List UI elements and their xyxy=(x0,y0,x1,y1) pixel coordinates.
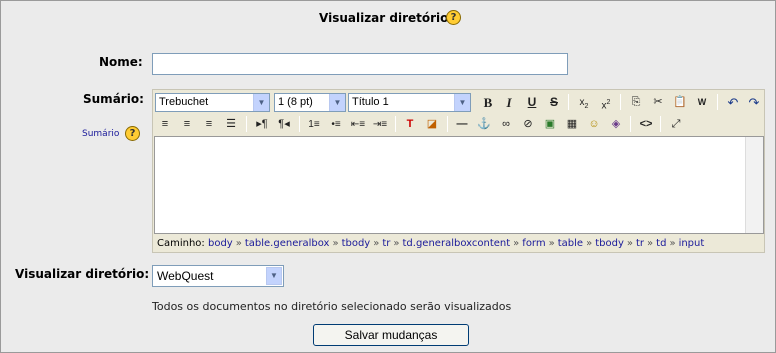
path-crumb[interactable]: table.generalbox xyxy=(245,238,330,249)
align-left-icon[interactable]: ≡ xyxy=(155,115,175,134)
path-separator-icon: » xyxy=(647,238,654,249)
redo-icon[interactable]: ↷ xyxy=(744,93,764,112)
copy-icon[interactable]: ⎘ xyxy=(626,93,646,112)
path-separator-icon: » xyxy=(513,238,520,249)
path-crumb[interactable]: tbody xyxy=(595,238,624,249)
path-crumb[interactable]: body xyxy=(208,238,233,249)
undo-icon[interactable]: ↶ xyxy=(723,93,743,112)
path-separator-icon: » xyxy=(332,238,339,249)
view-directory-select[interactable]: WebQuest ▼ xyxy=(152,265,284,287)
save-button[interactable]: Salvar mudanças xyxy=(313,324,469,346)
text-color-icon[interactable]: T xyxy=(400,115,420,134)
anchor-icon[interactable]: ⚓ xyxy=(474,115,494,134)
path-separator-icon: » xyxy=(586,238,593,249)
editor-content-area[interactable] xyxy=(154,136,764,234)
rich-text-editor: Trebuchet ▼ 1 (8 pt) ▼ Título 1 ▼ B I U … xyxy=(152,89,765,253)
smiley-icon[interactable]: ☺ xyxy=(584,115,604,134)
view-directory-info: Todos os documentos no diretório selecio… xyxy=(152,300,512,313)
unordered-list-icon[interactable]: •≡ xyxy=(326,115,346,134)
strikethrough-icon[interactable]: S xyxy=(544,93,564,112)
path-crumb[interactable]: td xyxy=(656,238,666,249)
paste-icon[interactable]: 📋 xyxy=(670,93,690,112)
path-crumb[interactable]: table xyxy=(558,238,583,249)
paste-word-icon[interactable]: W xyxy=(692,93,712,112)
special-char-icon[interactable]: ◈ xyxy=(606,115,626,134)
summary-help-link[interactable]: Sumário xyxy=(82,129,119,139)
ordered-list-icon[interactable]: 1≡ xyxy=(304,115,324,134)
font-size-select[interactable]: 1 (8 pt) ▼ xyxy=(274,93,346,112)
justify-icon[interactable]: ☰ xyxy=(221,115,241,134)
path-crumb[interactable]: form xyxy=(522,238,545,249)
toolbar-separator xyxy=(447,116,448,132)
fullscreen-icon[interactable]: ⤢ xyxy=(666,115,686,134)
toolbar-separator xyxy=(717,94,718,110)
path-crumb[interactable]: tr xyxy=(636,238,644,249)
path-crumb[interactable]: tbody xyxy=(342,238,371,249)
html-source-icon[interactable]: <> xyxy=(636,115,656,134)
view-directory-label: Visualizar diretório: xyxy=(15,267,150,281)
view-directory-value: WebQuest xyxy=(157,269,214,283)
path-separator-icon: » xyxy=(669,238,676,249)
path-label: Caminho: xyxy=(157,238,205,249)
font-family-value: Trebuchet xyxy=(159,96,209,108)
superscript-icon[interactable]: x2 xyxy=(596,93,616,112)
chevron-down-icon: ▼ xyxy=(329,94,345,111)
toolbar-separator xyxy=(620,94,621,110)
ltr-icon[interactable]: ▸¶ xyxy=(252,115,272,134)
toolbar-separator xyxy=(246,116,247,132)
editor-toolbar-row-1: Trebuchet ▼ 1 (8 pt) ▼ Título 1 ▼ B I U … xyxy=(154,91,765,113)
path-crumb[interactable]: td.generalboxcontent xyxy=(403,238,511,249)
image-icon[interactable]: ▣ xyxy=(540,115,560,134)
paragraph-format-select[interactable]: Título 1 ▼ xyxy=(348,93,471,112)
toolbar-separator xyxy=(630,116,631,132)
align-center-icon[interactable]: ≡ xyxy=(177,115,197,134)
font-family-select[interactable]: Trebuchet ▼ xyxy=(155,93,270,112)
path-separator-icon: » xyxy=(393,238,400,249)
path-separator-icon: » xyxy=(626,238,633,249)
page-title: Visualizar diretório xyxy=(319,11,449,25)
name-input[interactable] xyxy=(152,53,568,75)
outdent-icon[interactable]: ⇤≡ xyxy=(348,115,368,134)
underline-icon[interactable]: U xyxy=(522,93,542,112)
chevron-down-icon: ▼ xyxy=(454,94,470,111)
bold-icon[interactable]: B xyxy=(478,93,498,112)
toolbar-separator xyxy=(395,116,396,132)
path-crumbs: body» table.generalbox» tbody» tr» td.genera… xyxy=(208,238,704,249)
unlink-icon[interactable]: ⊘ xyxy=(518,115,538,134)
table-icon[interactable]: ▦ xyxy=(562,115,582,134)
horizontal-rule-icon[interactable]: — xyxy=(452,115,472,134)
path-separator-icon: » xyxy=(235,238,242,249)
help-icon[interactable]: ? xyxy=(446,10,461,25)
editor-scrollbar[interactable] xyxy=(745,137,763,233)
subscript-icon[interactable]: x2 xyxy=(574,93,594,112)
path-crumb[interactable]: tr xyxy=(382,238,390,249)
form-frame: Visualizar diretório ? Nome: Sumário: Su… xyxy=(0,0,776,353)
rtl-icon[interactable]: ¶◂ xyxy=(274,115,294,134)
cut-icon[interactable]: ✂ xyxy=(648,93,668,112)
path-separator-icon: » xyxy=(548,238,555,249)
toolbar-separator xyxy=(568,94,569,110)
font-size-value: 1 (8 pt) xyxy=(278,96,313,108)
link-icon[interactable]: ∞ xyxy=(496,115,516,134)
editor-toolbar-row-2: ≡ ≡ ≡ ☰ ▸¶ ¶◂ 1≡ •≡ ⇤≡ ⇥≡ T ◪ — ⚓ ∞ ⊘ ▣ … xyxy=(154,113,765,135)
align-right-icon[interactable]: ≡ xyxy=(199,115,219,134)
summary-label: Sumário: xyxy=(83,92,144,106)
chevron-down-icon: ▼ xyxy=(266,267,282,285)
editor-path-bar: Caminho: body» table.generalbox» tbody» tr»… xyxy=(154,236,764,252)
italic-icon[interactable]: I xyxy=(499,93,519,112)
path-separator-icon: » xyxy=(373,238,380,249)
chevron-down-icon: ▼ xyxy=(253,94,269,111)
name-label: Nome: xyxy=(99,55,143,69)
path-crumb[interactable]: input xyxy=(679,238,705,249)
paragraph-format-value: Título 1 xyxy=(352,96,389,108)
toolbar-separator xyxy=(660,116,661,132)
help-icon[interactable]: ? xyxy=(125,126,140,141)
toolbar-separator xyxy=(299,116,300,132)
background-color-icon[interactable]: ◪ xyxy=(422,115,442,134)
indent-icon[interactable]: ⇥≡ xyxy=(370,115,390,134)
